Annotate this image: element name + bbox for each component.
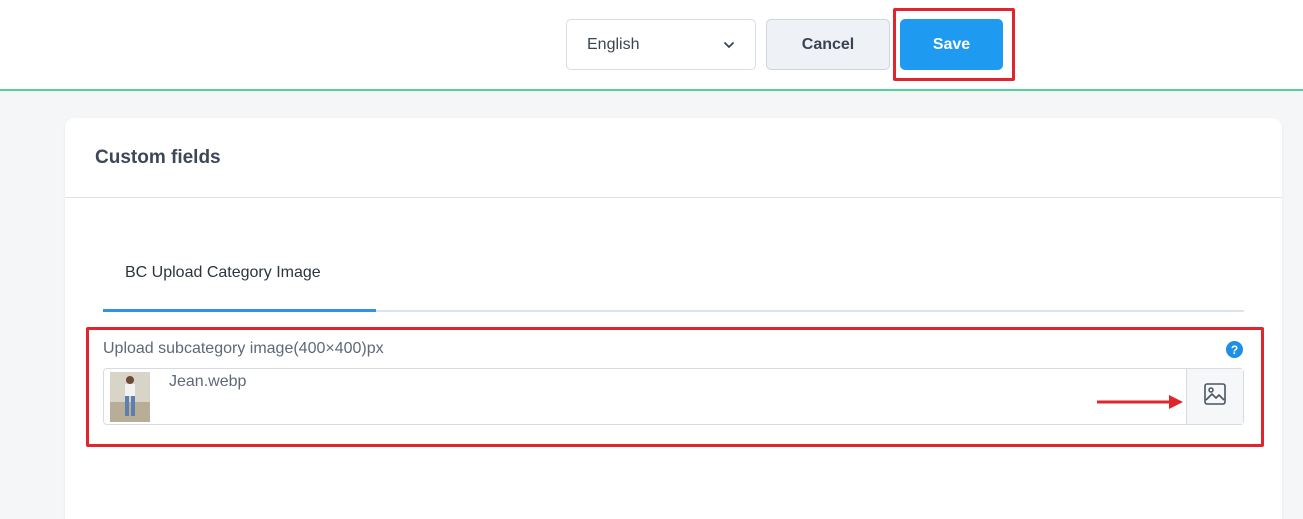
language-select[interactable]: English	[566, 19, 756, 70]
help-icon[interactable]: ?	[1226, 341, 1243, 358]
save-button[interactable]: Save	[900, 19, 1003, 70]
card-title: Custom fields	[95, 146, 221, 168]
arrow-annotation	[1097, 395, 1183, 409]
image-thumbnail	[110, 372, 150, 422]
image-icon	[1203, 382, 1227, 411]
language-value: English	[587, 35, 640, 53]
cancel-button[interactable]: Cancel	[766, 19, 890, 70]
field-label: Upload subcategory image(400×400)px	[103, 340, 384, 357]
file-name: Jean.webp	[169, 373, 247, 390]
chevron-down-icon	[723, 39, 735, 51]
card-header: Custom fields	[65, 118, 1282, 198]
custom-fields-card: Custom fields BC Upload Category Image	[65, 118, 1282, 519]
top-toolbar: English Cancel Save	[0, 0, 1303, 91]
image-upload-field[interactable]: Jean.webp	[103, 368, 1244, 425]
browse-image-button[interactable]	[1186, 369, 1243, 424]
tab-bar: BC Upload Category Image	[103, 236, 1244, 312]
tab-bc-upload-category-image[interactable]: BC Upload Category Image	[103, 236, 376, 312]
tab-label: BC Upload Category Image	[125, 263, 321, 281]
